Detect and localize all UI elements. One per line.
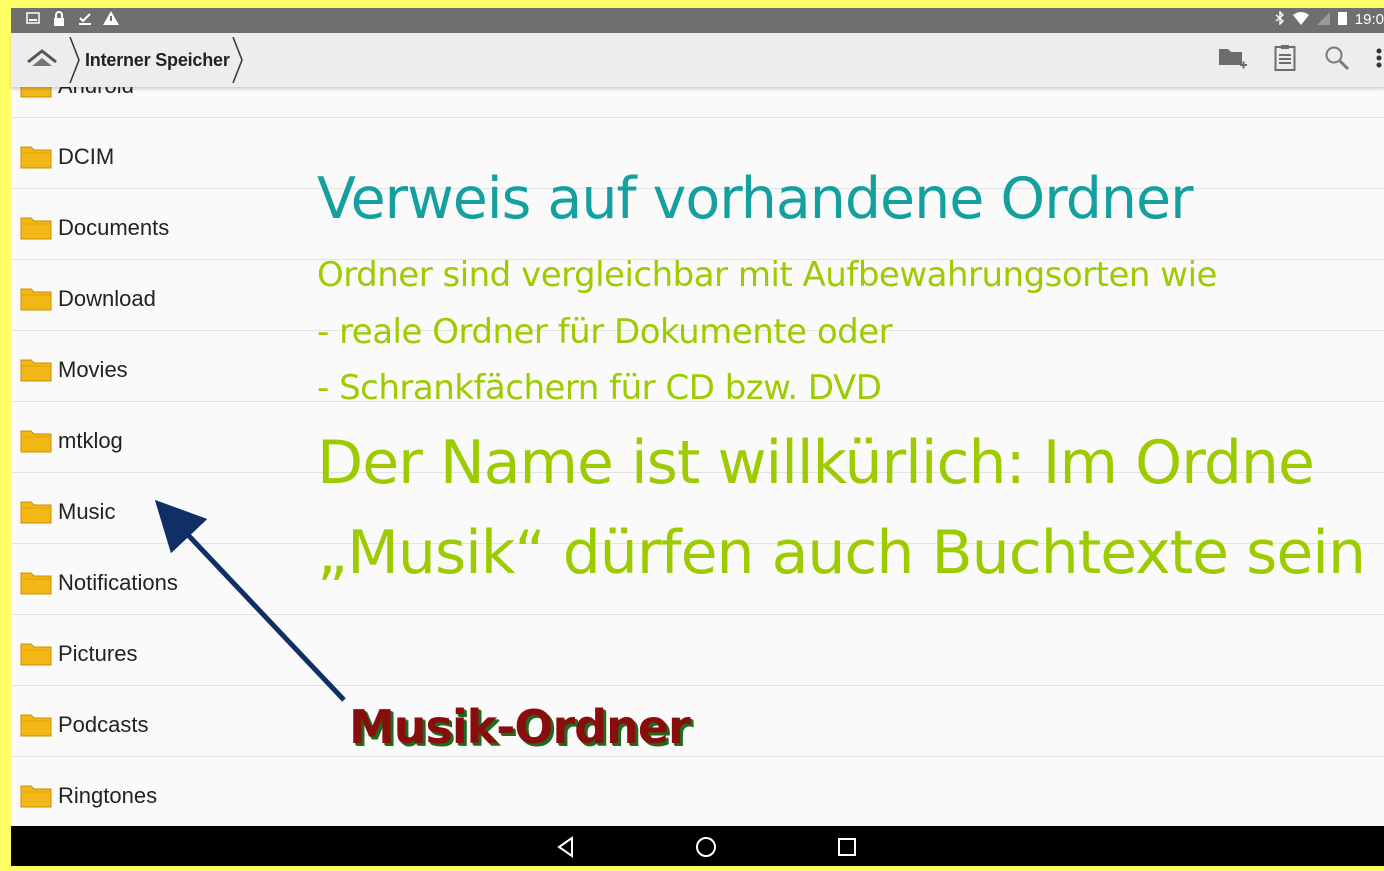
new-folder-button[interactable] bbox=[1218, 43, 1248, 73]
overlay-statement-2: „Musik“ dürfen auch Buchtexte sein bbox=[317, 518, 1366, 588]
overlay-line-1: Ordner sind vergleichbar mit Aufbewahrun… bbox=[317, 255, 1217, 295]
folder-name: Android bbox=[58, 87, 134, 99]
folder-icon bbox=[20, 785, 52, 808]
folder-name: Ringtones bbox=[58, 783, 158, 808]
overlay-line-3: - Schrankfächern für CD bzw. DVD bbox=[317, 368, 882, 408]
recents-button[interactable] bbox=[834, 834, 860, 860]
battery-icon bbox=[1337, 11, 1347, 28]
signal-icon bbox=[1316, 11, 1330, 28]
folder-name: DCIM bbox=[58, 144, 115, 169]
search-icon bbox=[1325, 46, 1350, 71]
lock-icon bbox=[51, 11, 67, 31]
folder-name: Podcasts bbox=[58, 712, 149, 737]
folder-name: Notifications bbox=[58, 570, 178, 595]
folder-name: Download bbox=[58, 286, 156, 311]
list-item[interactable]: Android bbox=[11, 87, 1384, 118]
folder-icon bbox=[20, 359, 52, 382]
folder-icon bbox=[20, 87, 52, 98]
breadcrumb-chevron-left-icon bbox=[69, 37, 80, 83]
folder-icon bbox=[20, 430, 52, 453]
folder-icon bbox=[20, 572, 52, 595]
download-done-icon bbox=[77, 11, 93, 31]
folder-icon bbox=[20, 714, 52, 737]
clipboard-button[interactable] bbox=[1270, 43, 1300, 73]
overlay-statement-1: Der Name ist willkürlich: Im Ordne bbox=[317, 428, 1315, 498]
wifi-icon bbox=[1292, 11, 1309, 28]
status-left-icons bbox=[25, 11, 119, 31]
frame-bottom bbox=[0, 866, 1384, 871]
status-time: 19:0 bbox=[1354, 11, 1384, 28]
frame-left bbox=[0, 0, 11, 871]
new-folder-icon bbox=[1219, 49, 1247, 69]
folder-icon bbox=[20, 501, 52, 524]
search-button[interactable] bbox=[1322, 43, 1352, 73]
folder-name: Music bbox=[58, 499, 116, 524]
folder-icon bbox=[20, 146, 52, 169]
list-item[interactable]: Ringtones bbox=[11, 757, 1384, 826]
home-nav-button[interactable] bbox=[693, 834, 719, 860]
frame-top bbox=[0, 0, 1384, 8]
annotation-label: Musik-Ordner bbox=[349, 700, 691, 754]
overlay-line-2: - reale Ordner für Dokumente oder bbox=[317, 312, 893, 352]
toolbar: Interner Speicher bbox=[11, 33, 1384, 87]
recents-square-icon bbox=[838, 838, 856, 856]
home-circle-icon bbox=[696, 837, 716, 857]
more-vert-icon bbox=[1376, 48, 1382, 68]
navigation-bar bbox=[11, 826, 1384, 866]
folder-name: Documents bbox=[58, 215, 170, 240]
breadcrumb[interactable]: Interner Speicher bbox=[69, 37, 244, 83]
back-triangle-icon bbox=[557, 836, 573, 858]
breadcrumb-label: Interner Speicher bbox=[85, 49, 230, 70]
overflow-menu-button[interactable] bbox=[1374, 43, 1384, 73]
folder-icon bbox=[20, 643, 52, 666]
folder-name: Pictures bbox=[58, 641, 138, 666]
bluetooth-icon bbox=[1275, 10, 1285, 28]
list-item[interactable]: Pictures bbox=[11, 615, 1384, 686]
status-right-icons: 19:0 bbox=[1275, 10, 1384, 28]
toolbar-actions bbox=[1218, 43, 1384, 73]
folder-icon bbox=[20, 217, 52, 240]
warning-icon bbox=[103, 11, 119, 31]
home-button[interactable] bbox=[26, 45, 58, 75]
image-icon bbox=[25, 11, 41, 31]
home-icon bbox=[27, 49, 57, 66]
breadcrumb-chevron-right-icon bbox=[231, 37, 243, 83]
list-item[interactable]: Podcasts bbox=[11, 686, 1384, 757]
overlay-title: Verweis auf vorhandene Ordner bbox=[317, 166, 1194, 232]
folder-name: mtklog bbox=[58, 428, 123, 453]
back-button[interactable] bbox=[553, 834, 579, 860]
folder-name: Movies bbox=[58, 357, 128, 382]
folder-icon bbox=[20, 288, 52, 311]
clipboard-icon bbox=[1274, 45, 1296, 71]
status-bar: 19:0 bbox=[11, 8, 1384, 33]
